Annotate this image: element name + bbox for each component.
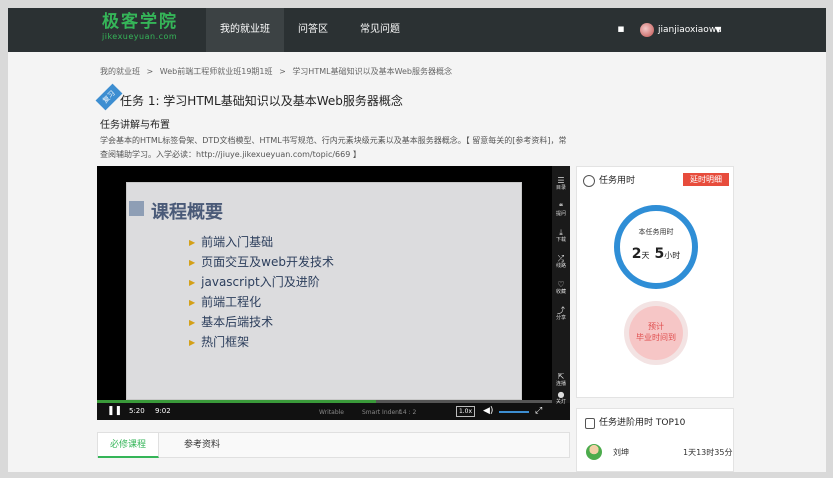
avatar[interactable]	[640, 23, 654, 37]
ranking-title: 任务进阶用时 TOP10	[599, 418, 686, 428]
slide-item: ▶ 热门框架	[189, 335, 250, 349]
current-time: 5:20	[129, 407, 145, 415]
logo[interactable]: 极客学院 jikexueyuan.com	[102, 12, 182, 48]
predict-text: 预计 毕业时间到	[636, 322, 676, 342]
tab-references[interactable]: 参考资料	[172, 433, 232, 458]
toolbar-favorite[interactable]: ♡ 收藏	[552, 280, 570, 296]
bulb-icon: ●	[557, 390, 565, 399]
volume-icon[interactable]: ◀)	[483, 405, 493, 417]
arrow-right-icon: ▶	[189, 338, 196, 347]
delay-detail-button[interactable]: 延时明细	[683, 173, 729, 186]
video-watermark: 14 : 2	[399, 409, 417, 416]
chat-icon: ❝	[558, 202, 564, 211]
review-ribbon: 复习	[95, 83, 123, 111]
task-time-title: 任务用时	[599, 176, 636, 186]
breadcrumb: 我的就业班 > Web前端工程师就业班19期1班 > 学习HTML基础知识以及基…	[100, 66, 456, 77]
breadcrumb-separator: >	[279, 67, 286, 76]
fullscreen-icon[interactable]: ⤢	[535, 405, 542, 417]
avatar	[586, 444, 602, 460]
ring-value: 2天 5小时	[620, 243, 692, 262]
days-unit: 天	[641, 251, 650, 260]
slide-list: ▶ 前端入门基础 ▶ 页面交互及web开发技术 ▶ javascript入门及进阶 ▶…	[189, 233, 334, 353]
control-bar: ❚❚ 5:20 9:02 Writable Smart Indent 14 : …	[97, 403, 570, 420]
ring-label: 本任务用时	[638, 228, 674, 236]
slide-square-icon	[129, 201, 144, 216]
volume-slider[interactable]	[499, 411, 529, 413]
message-icon[interactable]: ▪	[614, 22, 628, 36]
content-tabs: 必修课程 参考资料	[97, 432, 570, 458]
nav-faq[interactable]: 常见问题	[346, 8, 414, 52]
slide-item: ▶ 页面交互及web开发技术	[189, 255, 334, 269]
pause-icon[interactable]: ❚❚	[107, 406, 122, 417]
days-value: 2	[631, 246, 642, 262]
nav-qa[interactable]: 问答区	[284, 8, 342, 52]
breadcrumb-separator: >	[146, 67, 154, 76]
slide-item: ▶ 前端工程化	[189, 295, 262, 309]
trophy-icon	[585, 418, 595, 429]
toolbar-catalog[interactable]: ☰ 目录	[552, 176, 570, 192]
share-icon: ⤴	[557, 306, 565, 315]
toolbar-lights-off[interactable]: ● 关灯	[552, 390, 570, 406]
arrow-right-icon: ▶	[189, 258, 196, 267]
arrow-right-icon: ▶	[189, 238, 196, 247]
time-ring: 本任务用时 2天 5小时	[614, 205, 698, 289]
task-title: 任务 1: 学习HTML基础知识以及基本Web服务器概念	[120, 94, 403, 108]
video-watermark: Writable	[319, 409, 344, 416]
task-description: 学会基本的HTML标签骨架、DTD文档模型、HTML书写规范、行内元素块级元素以…	[100, 136, 567, 159]
top-navbar: 极客学院 jikexueyuan.com 我的就业班 问答区 常见问题 ▪ ji…	[8, 8, 826, 52]
arrow-right-icon: ▶	[189, 298, 196, 307]
toolbar-download[interactable]: ⤓ 下载	[552, 228, 570, 244]
breadcrumb-current: 学习HTML基础知识以及基本Web服务器概念	[292, 67, 453, 76]
review-ribbon-label: 复习	[95, 83, 123, 111]
video-frame: 课程概要 ▶ 前端入门基础 ▶ 页面交互及web开发技术 ▶ javascript入门…	[126, 182, 522, 400]
logo-domain: jikexueyuan.com	[102, 32, 178, 41]
hours-value: 5	[654, 246, 665, 262]
page-frame: 极客学院 jikexueyuan.com 我的就业班 问答区 常见问题 ▪ ji…	[8, 8, 826, 472]
toolbar-autoplay[interactable]: ⇱ 连播	[552, 372, 570, 388]
arrow-right-icon: ▶	[189, 318, 196, 327]
section-title: 任务讲解与布置	[100, 120, 170, 131]
predict-badge: 预计 毕业时间到	[624, 301, 688, 365]
rank-name: 刘坤	[613, 448, 629, 457]
rank-time: 1天13时35分	[683, 448, 733, 457]
breadcrumb-link-class[interactable]: 我的就业班	[100, 67, 140, 76]
hours-unit: 小时	[664, 251, 681, 260]
chevron-down-icon[interactable]: ▼	[715, 22, 721, 38]
nav-my-class[interactable]: 我的就业班	[206, 8, 284, 52]
slide-item: ▶ 基本后端技术	[189, 315, 274, 329]
video-player[interactable]: 课程概要 ▶ 前端入门基础 ▶ 页面交互及web开发技术 ▶ javascript入门…	[97, 166, 570, 420]
clock-icon	[583, 175, 595, 187]
ranking-card: 任务进阶用时 TOP10 刘坤 1天13时35分	[576, 408, 734, 472]
player-toolbar: ☰ 目录 ❝ 提问 ⤓ 下载 ⤮ 线路 ♡ 收藏 ⤴ 分享 ⇱ 连播 ● 关灯	[552, 166, 570, 406]
total-time: 9:02	[155, 407, 171, 415]
shuffle-icon: ⤮	[557, 254, 565, 263]
video-watermark: Smart Indent	[362, 409, 402, 416]
list-icon: ☰	[557, 176, 565, 185]
download-icon: ⤓	[559, 228, 563, 237]
toolbar-route[interactable]: ⤮ 线路	[552, 254, 570, 270]
logo-text: 极客学院	[102, 12, 178, 32]
toolbar-ask[interactable]: ❝ 提问	[552, 202, 570, 218]
slide-title: 课程概要	[151, 202, 223, 223]
heart-icon: ♡	[557, 280, 565, 289]
slide-item: ▶ javascript入门及进阶	[189, 275, 320, 289]
task-time-card: 任务用时 延时明细 本任务用时 2天 5小时 预计 毕业时间到	[576, 166, 734, 398]
toolbar-share[interactable]: ⤴ 分享	[552, 306, 570, 322]
username[interactable]: jianjiaoxiaowu	[658, 22, 722, 38]
autoplay-icon: ⇱	[557, 372, 565, 381]
breadcrumb-link-course[interactable]: Web前端工程师就业班19期1班	[160, 67, 273, 76]
slide-item: ▶ 前端入门基础	[189, 235, 274, 249]
speed-button[interactable]: 1.0x	[456, 406, 475, 417]
arrow-right-icon: ▶	[189, 278, 196, 287]
tab-required-course[interactable]: 必修课程	[98, 433, 160, 458]
